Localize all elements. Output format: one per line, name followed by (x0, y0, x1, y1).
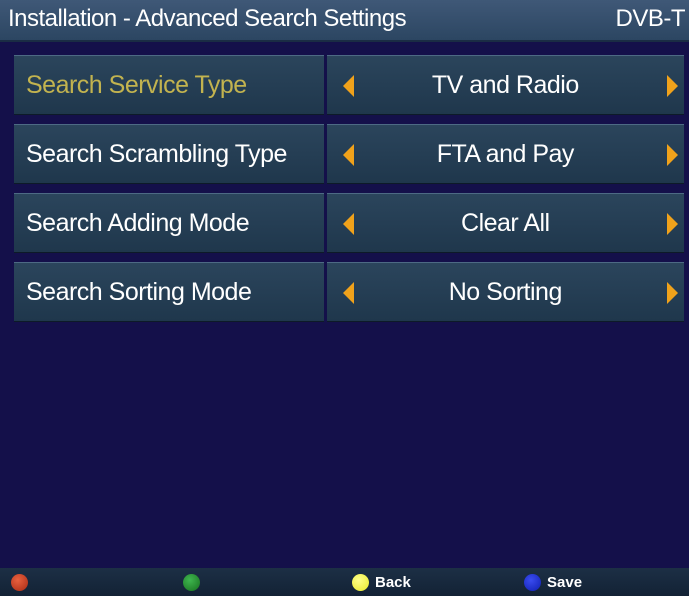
green-key[interactable] (183, 574, 200, 591)
setting-label: Search Scrambling Type (14, 124, 324, 184)
arrow-left-icon[interactable] (342, 213, 354, 235)
setting-label: Search Sorting Mode (14, 262, 324, 322)
arrow-left-icon[interactable] (342, 75, 354, 97)
setting-value-selector[interactable]: Clear All (326, 193, 684, 253)
arrow-right-icon[interactable] (667, 144, 678, 166)
arrow-right-icon[interactable] (667, 75, 678, 97)
setting-row-service-type[interactable]: Search Service Type TV and Radio (14, 55, 684, 115)
arrow-right-icon[interactable] (667, 282, 678, 304)
yellow-dot-icon (352, 574, 369, 591)
green-dot-icon (183, 574, 200, 591)
setting-value: FTA and Pay (436, 139, 575, 168)
setting-value: No Sorting (448, 277, 563, 306)
header-bar: Installation - Advanced Search Settings … (0, 0, 689, 42)
red-dot-icon (11, 574, 28, 591)
arrow-left-icon[interactable] (342, 282, 354, 304)
broadcast-standard-label: DVB-T (615, 5, 686, 32)
setting-row-scrambling-type[interactable]: Search Scrambling Type FTA and Pay (14, 124, 684, 184)
setting-value-selector[interactable]: No Sorting (326, 262, 684, 322)
arrow-left-icon[interactable] (342, 144, 354, 166)
back-label: Back (375, 574, 411, 591)
save-key[interactable]: Save (524, 574, 582, 591)
red-key[interactable] (11, 574, 28, 591)
setting-row-sorting-mode[interactable]: Search Sorting Mode No Sorting (14, 262, 684, 322)
setting-label: Search Service Type (14, 55, 324, 115)
color-key-bar: Back Save (0, 568, 689, 596)
page-title: Installation - Advanced Search Settings (8, 5, 407, 32)
setting-label: Search Adding Mode (14, 193, 324, 253)
arrow-right-icon[interactable] (667, 213, 678, 235)
settings-list: Search Service Type TV and Radio Search … (14, 55, 684, 331)
setting-value-selector[interactable]: FTA and Pay (326, 124, 684, 184)
back-key[interactable]: Back (352, 574, 411, 591)
setting-value-selector[interactable]: TV and Radio (326, 55, 684, 115)
setting-row-adding-mode[interactable]: Search Adding Mode Clear All (14, 193, 684, 253)
setting-value: TV and Radio (431, 70, 579, 99)
setting-value: Clear All (461, 208, 550, 237)
save-label: Save (547, 574, 583, 591)
blue-dot-icon (524, 574, 541, 591)
